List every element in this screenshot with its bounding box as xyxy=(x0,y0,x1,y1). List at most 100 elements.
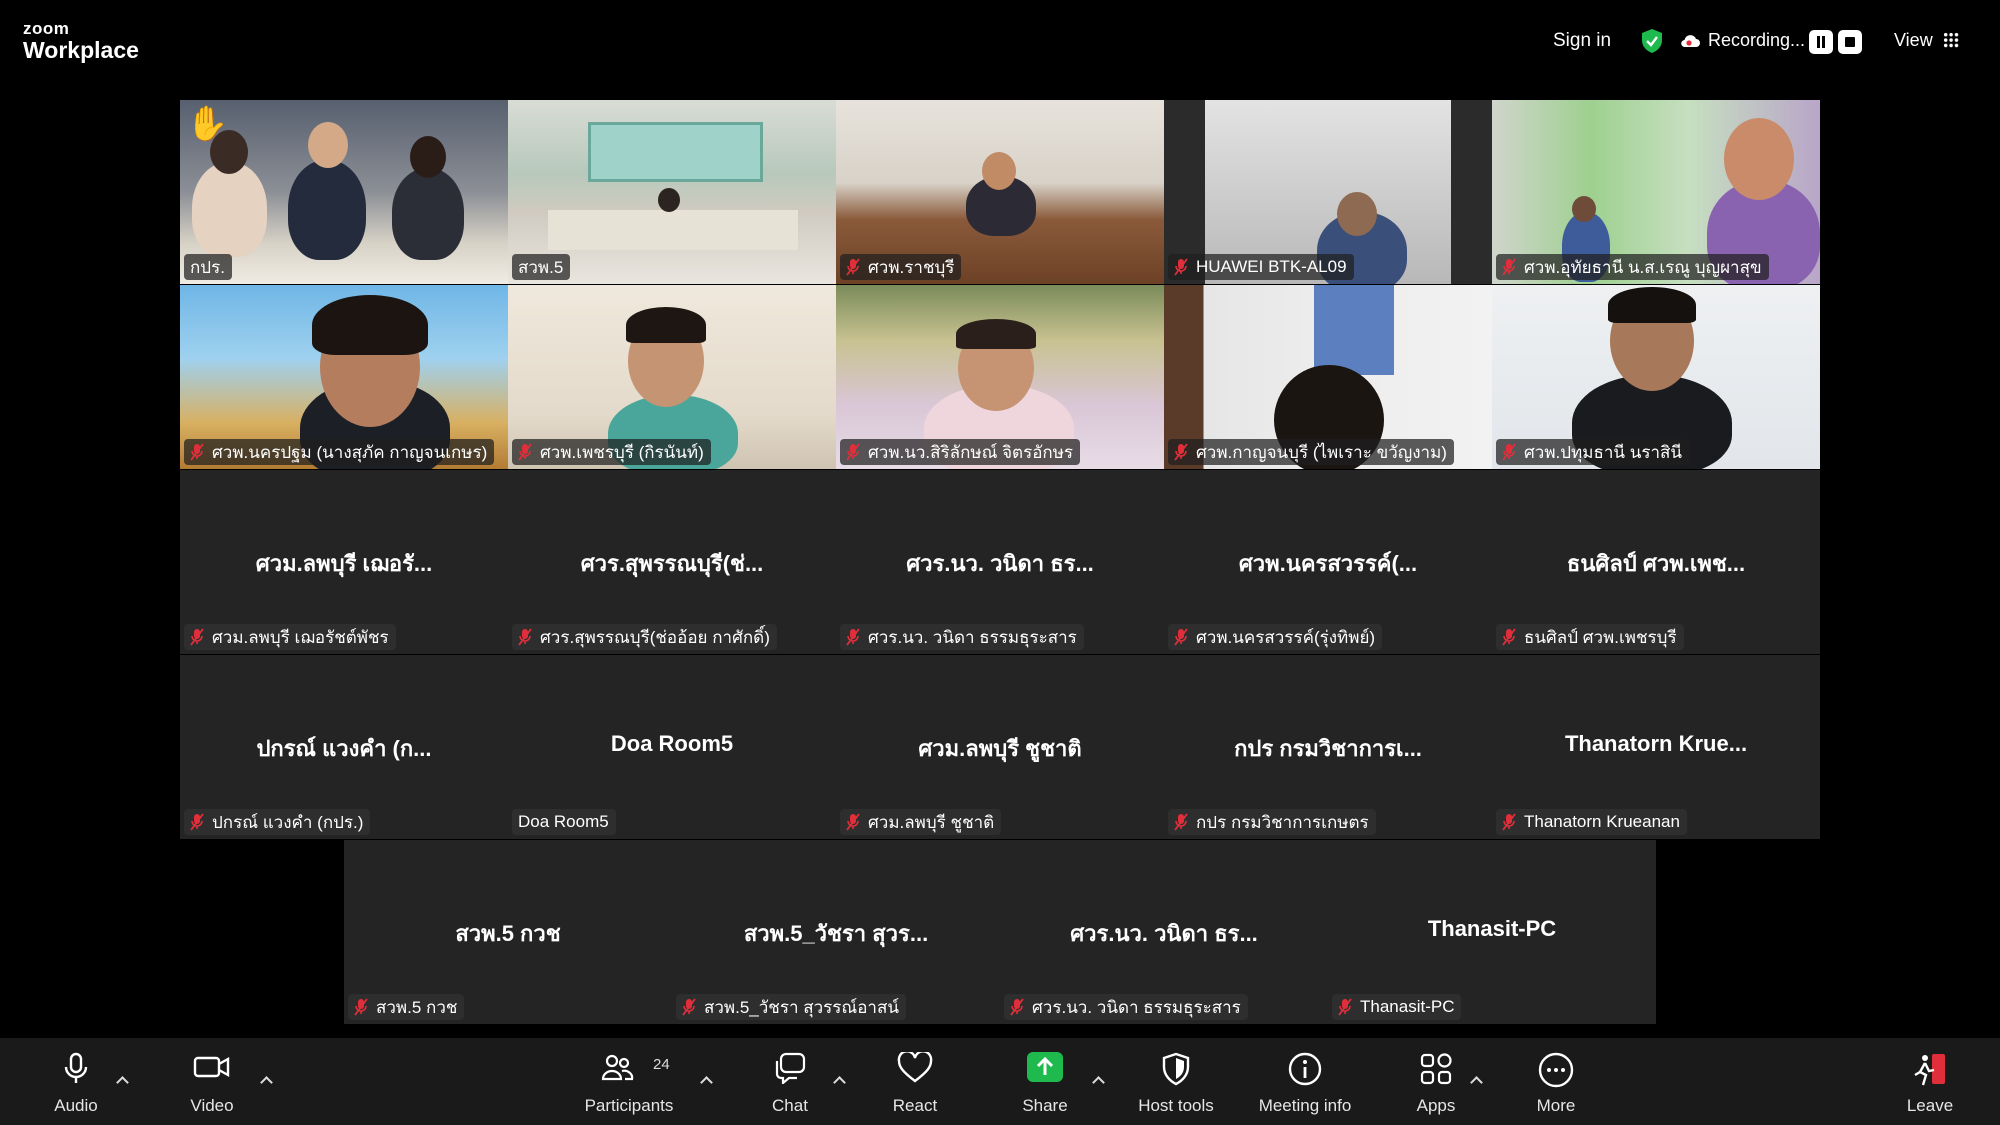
muted-mic-icon xyxy=(1502,258,1516,276)
participant-tile[interactable]: ศวม.ลพบุรี เฌอรั... ศวม.ลพบุรี เฌอรัชต์พ… xyxy=(180,470,508,654)
share-label: Share xyxy=(1022,1096,1068,1115)
more-button[interactable]: More xyxy=(1496,1038,1616,1125)
participant-tile[interactable]: ศวร.นว. วนิดา ธร... ศวร.นว. วนิดา ธรรมธุ… xyxy=(1000,840,1328,1024)
audio-options-caret[interactable] xyxy=(114,1072,130,1088)
stop-recording-button[interactable] xyxy=(1838,30,1862,54)
muted-mic-icon xyxy=(1502,628,1516,646)
more-label: More xyxy=(1536,1096,1576,1115)
participant-tile[interactable]: สวพ.5 กวช สวพ.5 กวช xyxy=(344,840,672,1024)
participant-tile[interactable]: Thanasit-PC Thanasit-PC xyxy=(1328,840,1656,1024)
info-icon xyxy=(1288,1052,1322,1086)
muted-mic-icon xyxy=(190,813,204,831)
participant-name: ศวพ.กาญจนบุรี (ไพเราะ ขวัญงาม) xyxy=(1196,442,1447,462)
participant-name-badge: ศวร.นว. วนิดา ธรรมธุระสาร xyxy=(840,624,1084,650)
participant-tile[interactable]: สวพ.5_วัชรา สุวร... สวพ.5_วัชรา สุวรรณ์อ… xyxy=(672,840,1000,1024)
participant-name-badge: ศวพ.นครสวรรค์(รุ่งทิพย์) xyxy=(1168,624,1383,650)
participant-display-name: ปกรณ์ แวงคำ (ก... xyxy=(256,736,432,761)
participant-name: Doa Room5 xyxy=(518,812,609,831)
leave-door-icon xyxy=(1914,1054,1945,1086)
muted-mic-icon xyxy=(518,443,532,461)
muted-mic-icon xyxy=(1338,998,1352,1016)
participant-tile[interactable]: Doa Room5 Doa Room5 xyxy=(508,655,836,839)
participant-tile[interactable]: กปร กรมวิชาการเ... กปร กรมวิชาการเกษตร xyxy=(1164,655,1492,839)
apps-grid-icon xyxy=(1420,1053,1452,1085)
participant-display-name: Thanasit-PC xyxy=(1427,916,1557,941)
participant-name-badge: ศวร.นว. วนิดา ธรรมธุระสาร xyxy=(1004,994,1248,1020)
apps-label: Apps xyxy=(1416,1096,1456,1115)
security-shield-icon[interactable] xyxy=(1640,28,1664,54)
participant-name-badge: Doa Room5 xyxy=(512,809,616,835)
video-options-caret[interactable] xyxy=(258,1072,274,1088)
leave-button[interactable]: Leave xyxy=(1870,1038,1990,1125)
meeting-info-label: Meeting info xyxy=(1258,1096,1352,1115)
muted-mic-icon xyxy=(1174,258,1188,276)
participant-tile[interactable]: ศวร.สุพรรณบุรี(ช่... ศวร.สุพรรณบุรี(ช่ออ… xyxy=(508,470,836,654)
participant-name: สวพ.5_วัชรา สุวรรณ์อาสน์ xyxy=(704,997,899,1017)
participant-name: ศวพ.นว.สิริลักษณ์ จิตรอักษร xyxy=(868,442,1074,462)
grid-view-icon[interactable] xyxy=(1943,32,1959,48)
host-tools-button[interactable]: Host tools xyxy=(1116,1038,1236,1125)
participant-name: กปร กรมวิชาการเกษตร xyxy=(1196,812,1369,832)
meeting-toolbar: Audio Video 24 Participants Chat React S… xyxy=(0,1038,2000,1125)
participant-display-name: ศวม.ลพบุรี ชูชาติ xyxy=(918,736,1082,761)
chat-options-caret[interactable] xyxy=(831,1072,847,1088)
participant-name-badge: ศวพ.อุทัยธานี น.ส.เรณู บุญผาสุข xyxy=(1496,254,1769,280)
video-button[interactable]: Video xyxy=(152,1038,272,1125)
share-options-caret[interactable] xyxy=(1090,1072,1106,1088)
participants-button[interactable]: 24 Participants xyxy=(569,1038,689,1125)
participant-tile[interactable]: ธนศิลป์ ศวพ.เพช... ธนศิลป์ ศวพ.เพชรบุรี xyxy=(1492,470,1820,654)
participant-name: สวพ.5 xyxy=(518,257,564,277)
participants-options-caret[interactable] xyxy=(698,1072,714,1088)
participant-name-badge: ศวพ.นครปฐม (นางสุภัค กาญจนเกษร) xyxy=(184,439,495,465)
participants-label: Participants xyxy=(584,1096,674,1115)
participant-name-badge: สวพ.5 กวช xyxy=(348,994,465,1020)
participant-tile[interactable]: ศวพ.ราชบุรี xyxy=(836,100,1164,284)
participant-display-name: ศวร.สุพรรณบุรี(ช่... xyxy=(580,551,764,576)
participant-name-badge: กปร. xyxy=(184,254,232,280)
participant-tile[interactable]: ✋ กปร. xyxy=(180,100,508,284)
muted-mic-icon xyxy=(354,998,368,1016)
zoom-workplace-logo: zoom Workplace xyxy=(23,20,139,62)
participant-tile[interactable]: ปกรณ์ แวงคำ (ก... ปกรณ์ แวงคำ (กปร.) xyxy=(180,655,508,839)
recording-status: Recording... xyxy=(1708,30,1806,50)
pause-recording-button[interactable] xyxy=(1809,30,1833,54)
participant-name: ศวพ.ปทุมธานี นราสินี xyxy=(1524,442,1683,462)
cloud-recording-icon xyxy=(1681,35,1700,48)
participant-display-name: ศวร.นว. วนิดา ธร... xyxy=(906,551,1094,576)
participant-name: ศวม.ลพบุรี เฌอรัชต์พัชร xyxy=(212,627,389,647)
meeting-info-button[interactable]: Meeting info xyxy=(1245,1038,1365,1125)
muted-mic-icon xyxy=(190,443,204,461)
participant-display-name: ธนศิลป์ ศวพ.เพช... xyxy=(1566,551,1746,576)
share-button[interactable]: Share xyxy=(985,1038,1105,1125)
participant-name: กปร. xyxy=(190,257,225,277)
apps-options-caret[interactable] xyxy=(1468,1072,1484,1088)
muted-mic-icon xyxy=(846,813,860,831)
participant-display-name: กปร กรมวิชาการเ... xyxy=(1234,736,1422,761)
view-button[interactable]: View xyxy=(1894,30,1933,51)
heart-icon xyxy=(897,1052,933,1083)
react-button[interactable]: React xyxy=(855,1038,975,1125)
participant-tile[interactable]: ศวร.นว. วนิดา ธร... ศวร.นว. วนิดา ธรรมธุ… xyxy=(836,470,1164,654)
participant-name: ศวร.นว. วนิดา ธรรมธุระสาร xyxy=(868,627,1077,647)
participant-name: ศวพ.นครสวรรค์(รุ่งทิพย์) xyxy=(1196,627,1376,647)
participant-name-badge: สวพ.5_วัชรา สุวรรณ์อาสน์ xyxy=(676,994,906,1020)
participant-tile[interactable]: ศวพ.เพชรบุรี (กิรนันท์) xyxy=(508,285,836,469)
participant-tile[interactable]: ศวพ.นครปฐม (นางสุภัค กาญจนเกษร) xyxy=(180,285,508,469)
participant-tile[interactable]: ศวพ.นครสวรรค์(... ศวพ.นครสวรรค์(รุ่งทิพย… xyxy=(1164,470,1492,654)
participant-tile[interactable]: ศวพ.กาญจนบุรี (ไพเราะ ขวัญงาม) xyxy=(1164,285,1492,469)
participant-tile[interactable]: สวพ.5 xyxy=(508,100,836,284)
participant-tile[interactable]: ศวพ.ปทุมธานี นราสินี xyxy=(1492,285,1820,469)
participant-tile[interactable]: ศวพ.นว.สิริลักษณ์ จิตรอักษร xyxy=(836,285,1164,469)
top-bar: zoom Workplace Sign in Recording... View xyxy=(0,0,2000,80)
muted-mic-icon xyxy=(190,628,204,646)
participant-tile[interactable]: HUAWEI BTK-AL09 xyxy=(1164,100,1492,284)
participant-name: ศวพ.ราชบุรี xyxy=(868,257,955,277)
sign-in-link[interactable]: Sign in xyxy=(1553,30,1611,52)
participant-name: ธนศิลป์ ศวพ.เพชรบุรี xyxy=(1524,627,1677,647)
participant-tile[interactable]: ศวพ.อุทัยธานี น.ส.เรณู บุญผาสุข xyxy=(1492,100,1820,284)
participant-name-badge: ศวพ.ปทุมธานี นราสินี xyxy=(1496,439,1690,465)
participant-tile[interactable]: ศวม.ลพบุรี ชูชาติ ศวม.ลพบุรี ชูชาติ xyxy=(836,655,1164,839)
participant-name: ศวพ.อุทัยธานี น.ส.เรณู บุญผาสุข xyxy=(1524,257,1762,277)
participant-tile[interactable]: Thanatorn Krue... Thanatorn Krueanan xyxy=(1492,655,1820,839)
participant-name-badge: Thanatorn Krueanan xyxy=(1496,809,1687,835)
